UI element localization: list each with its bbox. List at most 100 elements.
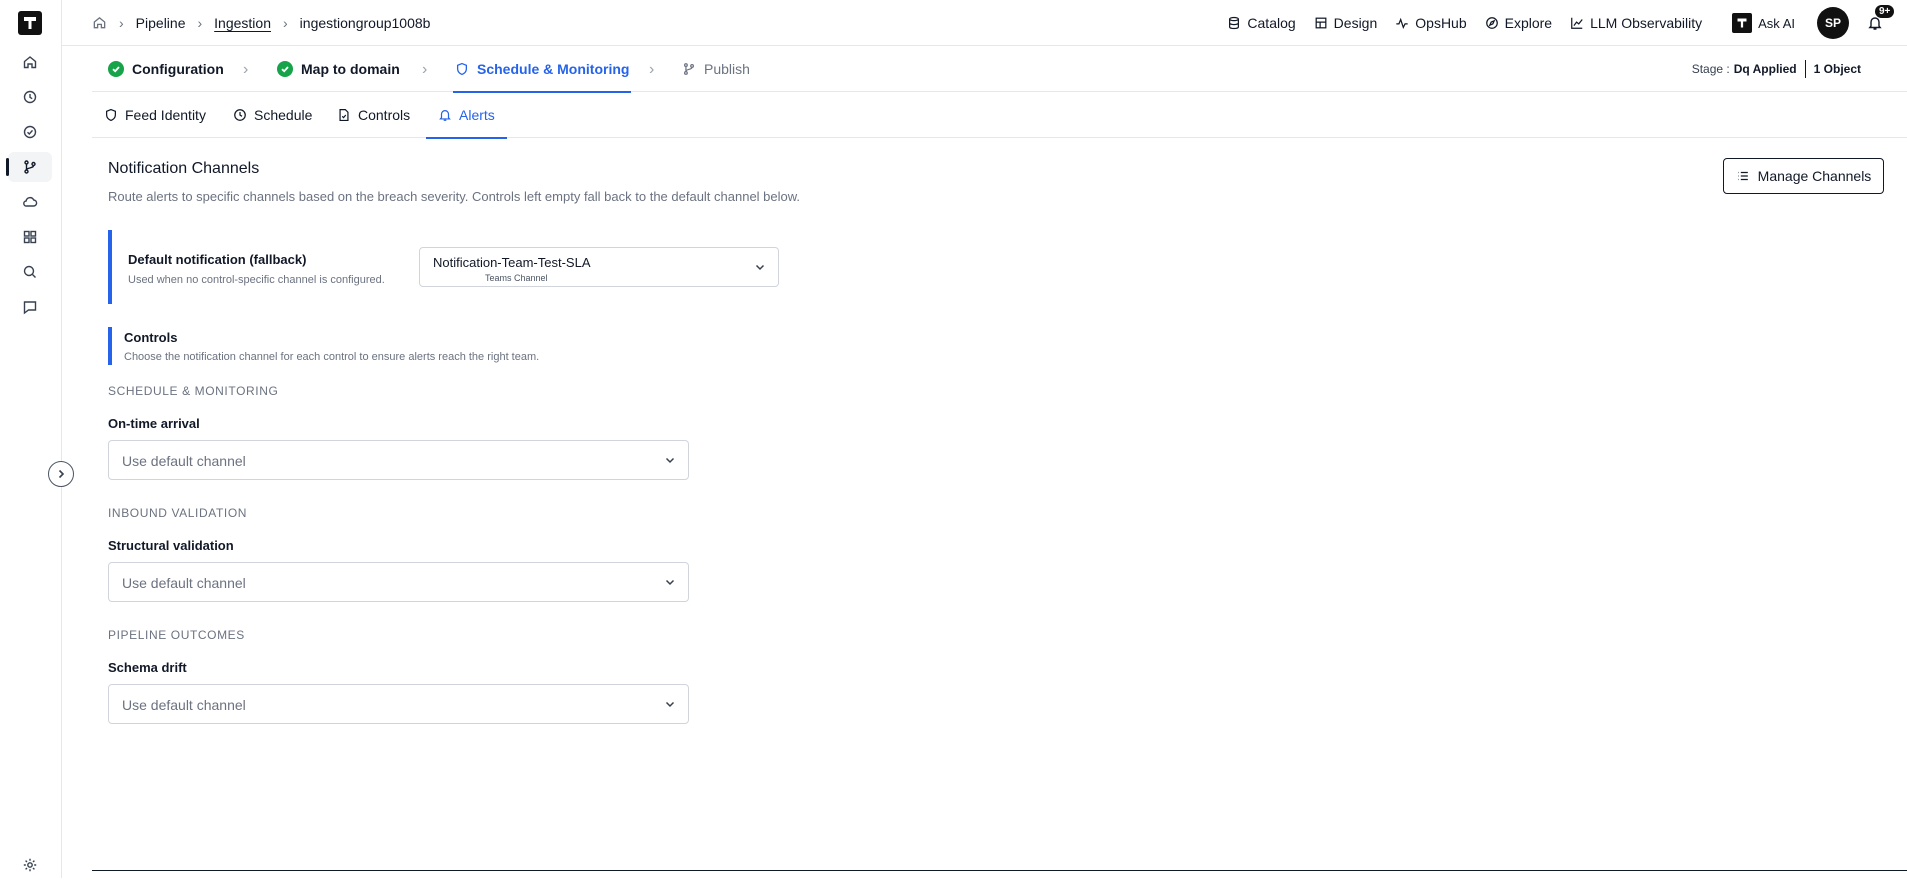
cloud-icon[interactable]: [8, 187, 52, 217]
chevron-right-icon: ›: [243, 61, 249, 78]
fallback-channel-select[interactable]: Notification-Team-Test-SLA Teams Channel: [419, 247, 779, 287]
step-publish[interactable]: Publish: [682, 46, 750, 92]
stepper: Configuration › Map to domain › Schedule…: [92, 46, 1907, 93]
nav-llm-label: LLM Observability: [1590, 15, 1703, 31]
notifications-button[interactable]: 9+: [1867, 5, 1895, 31]
nav-catalog[interactable]: Catalog: [1227, 15, 1296, 31]
step-schedule-monitoring[interactable]: Schedule & Monitoring: [452, 46, 632, 93]
nav-design-label: Design: [1333, 15, 1378, 31]
breadcrumb-pipeline[interactable]: Pipeline: [136, 15, 186, 31]
select-value: Use default channel: [122, 453, 246, 469]
fallback-subtitle: Used when no control-specific channel is…: [128, 274, 385, 286]
control-label: Schema drift: [108, 660, 187, 675]
step-label: Schedule & Monitoring: [477, 61, 630, 77]
tab-feed-identity[interactable]: Feed Identity: [104, 92, 206, 138]
activity-icon: [1395, 16, 1409, 30]
notification-count-badge: 9+: [1875, 5, 1895, 18]
footer-divider: [92, 870, 1907, 871]
group-heading: INBOUND VALIDATION: [108, 506, 248, 520]
file-check-icon: [337, 108, 351, 122]
stage-value: Dq Applied: [1733, 62, 1797, 76]
control-label: Structural validation: [108, 538, 234, 553]
expand-sidebar-button[interactable]: [48, 461, 74, 487]
branch-icon: [682, 62, 696, 76]
list-icon: [1736, 169, 1750, 183]
control-label: On-time arrival: [108, 416, 200, 431]
top-bar: › Pipeline › Ingestion › ingestiongroup1…: [62, 0, 1907, 46]
page-title: Notification Channels: [108, 160, 260, 177]
nav-explore-label: Explore: [1504, 15, 1553, 31]
chevron-down-icon: [664, 698, 676, 710]
breadcrumb-current: ingestiongroup1008b: [299, 14, 431, 31]
tab-label: Schedule: [254, 107, 313, 123]
tab-controls[interactable]: Controls: [337, 92, 410, 138]
chevron-right-icon: ›: [119, 14, 124, 31]
step-map-to-domain[interactable]: Map to domain: [277, 46, 400, 92]
selected-channel: Notification-Team-Test-SLA: [433, 255, 591, 270]
nav-catalog-label: Catalog: [1247, 15, 1296, 31]
breadcrumb-ingestion[interactable]: Ingestion: [214, 15, 271, 31]
stage-info: Stage : Dq Applied 1 Object: [1692, 46, 1861, 92]
step-configuration[interactable]: Configuration: [108, 46, 224, 92]
controls-section: Controls Choose the notification channel…: [108, 327, 708, 365]
select-value: Use default channel: [122, 575, 246, 591]
pipeline-icon[interactable]: [6, 152, 52, 182]
chevron-right-icon: ›: [197, 14, 203, 31]
chevron-down-icon: [754, 261, 766, 273]
step-label: Configuration: [132, 61, 224, 77]
nav-llm-observability[interactable]: LLM Observability: [1570, 15, 1702, 31]
home-icon[interactable]: [92, 15, 107, 30]
search-icon[interactable]: [8, 257, 52, 287]
settings-icon[interactable]: [8, 850, 52, 880]
tab-schedule[interactable]: Schedule: [233, 92, 312, 138]
app-logo[interactable]: [18, 11, 42, 35]
stage-label: Stage :: [1691, 62, 1730, 76]
controls-title: Controls: [124, 330, 178, 345]
schema-drift-channel-select[interactable]: Use default channel: [108, 684, 689, 724]
page-description: Route alerts to specific channels based …: [108, 189, 801, 204]
sub-tabs: Feed Identity Schedule Controls Alerts: [92, 92, 1907, 139]
shield-icon: [104, 108, 118, 122]
check-icon: [108, 61, 124, 77]
chevron-right-icon: ›: [283, 14, 288, 31]
tab-label: Feed Identity: [125, 107, 206, 123]
ask-ai-label: Ask AI: [1758, 15, 1795, 31]
history-icon[interactable]: [8, 82, 52, 112]
group-heading: PIPELINE OUTCOMES: [108, 628, 245, 642]
manage-channels-label: Manage Channels: [1757, 168, 1872, 184]
tab-alerts[interactable]: Alerts: [426, 92, 507, 139]
database-icon: [1227, 16, 1241, 30]
layout-icon: [1314, 16, 1328, 30]
ask-ai-icon: [1732, 13, 1753, 33]
step-label: Map to domain: [301, 61, 400, 77]
selected-channel-type: Teams Channel: [485, 273, 548, 283]
nav-opshub[interactable]: OpsHub: [1395, 15, 1467, 31]
ask-ai-button[interactable]: Ask AI: [1732, 13, 1795, 33]
divider: [1804, 60, 1806, 78]
manage-channels-button[interactable]: Manage Channels: [1723, 158, 1884, 194]
left-rail: [0, 0, 62, 878]
group-heading: SCHEDULE & MONITORING: [108, 384, 279, 398]
object-count: 1 Object: [1813, 62, 1861, 76]
nav-opshub-label: OpsHub: [1415, 15, 1467, 31]
chevron-right-icon: ›: [422, 61, 428, 78]
structural-validation-channel-select[interactable]: Use default channel: [108, 562, 689, 602]
nav-explore[interactable]: Explore: [1485, 15, 1552, 31]
fallback-title: Default notification (fallback): [128, 252, 307, 267]
select-value: Use default channel: [122, 697, 246, 713]
tab-label: Controls: [358, 107, 411, 123]
controls-subtitle: Choose the notification channel for each…: [124, 351, 540, 363]
on-time-arrival-channel-select[interactable]: Use default channel: [108, 440, 689, 480]
clock-icon: [233, 108, 247, 122]
chart-line-icon: [1570, 16, 1584, 30]
nav-design[interactable]: Design: [1314, 15, 1378, 31]
compass-icon: [1485, 16, 1499, 30]
chevron-down-icon: [664, 454, 676, 466]
shield-icon: [455, 62, 469, 76]
avatar[interactable]: SP: [1817, 7, 1849, 39]
apps-icon[interactable]: [8, 222, 52, 252]
check-circle-icon[interactable]: [8, 117, 52, 147]
chat-icon[interactable]: [8, 292, 52, 322]
home-icon[interactable]: [8, 47, 52, 77]
bell-icon: [438, 108, 452, 122]
